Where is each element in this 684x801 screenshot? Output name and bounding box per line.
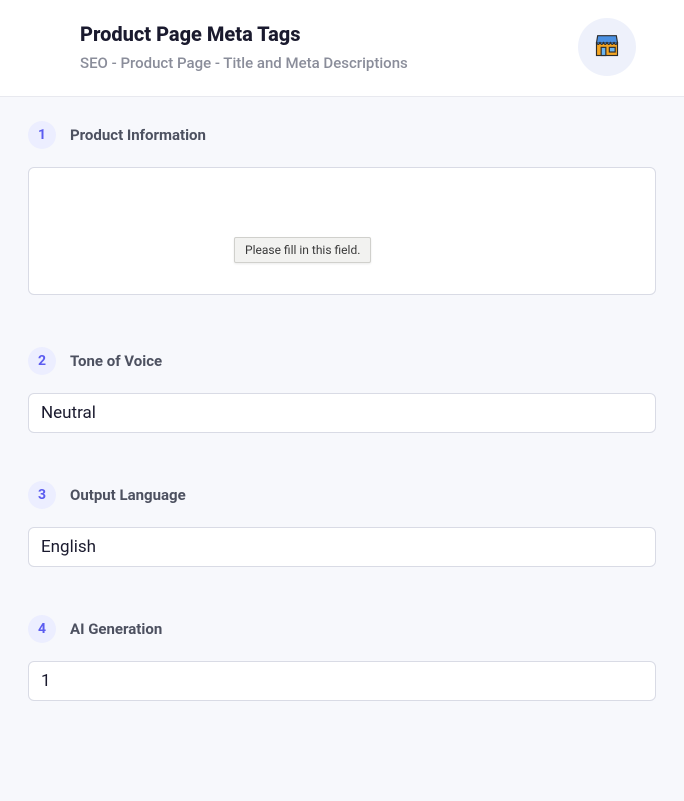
section-product-information: 1 Product Information Please fill in thi… bbox=[28, 121, 656, 299]
step-badge: 1 bbox=[28, 121, 56, 149]
section-label: Product Information bbox=[70, 126, 206, 144]
content-area: 1 Product Information Please fill in thi… bbox=[0, 97, 684, 773]
storefront-icon bbox=[593, 31, 621, 63]
step-badge: 3 bbox=[28, 481, 56, 509]
product-information-input[interactable] bbox=[28, 167, 656, 295]
ai-generation-input[interactable] bbox=[28, 661, 656, 701]
section-output-language: 3 Output Language bbox=[28, 481, 656, 567]
validation-tooltip: Please fill in this field. bbox=[234, 237, 371, 263]
section-label: AI Generation bbox=[70, 620, 162, 638]
tone-of-voice-input[interactable] bbox=[28, 393, 656, 433]
page-subtitle: SEO - Product Page - Title and Meta Desc… bbox=[80, 54, 408, 72]
page-title: Product Page Meta Tags bbox=[80, 22, 408, 46]
header-text: Product Page Meta Tags SEO - Product Pag… bbox=[28, 22, 408, 72]
textarea-wrapper: Please fill in this field. bbox=[28, 167, 656, 299]
section-header: 2 Tone of Voice bbox=[28, 347, 656, 375]
section-header: 1 Product Information bbox=[28, 121, 656, 149]
page-header: Product Page Meta Tags SEO - Product Pag… bbox=[0, 0, 684, 97]
step-badge: 2 bbox=[28, 347, 56, 375]
section-header: 3 Output Language bbox=[28, 481, 656, 509]
step-badge: 4 bbox=[28, 615, 56, 643]
section-ai-generation: 4 AI Generation bbox=[28, 615, 656, 701]
section-label: Output Language bbox=[70, 486, 186, 504]
section-label: Tone of Voice bbox=[70, 352, 162, 370]
section-header: 4 AI Generation bbox=[28, 615, 656, 643]
avatar[interactable] bbox=[578, 18, 636, 76]
section-tone-of-voice: 2 Tone of Voice bbox=[28, 347, 656, 433]
output-language-input[interactable] bbox=[28, 527, 656, 567]
